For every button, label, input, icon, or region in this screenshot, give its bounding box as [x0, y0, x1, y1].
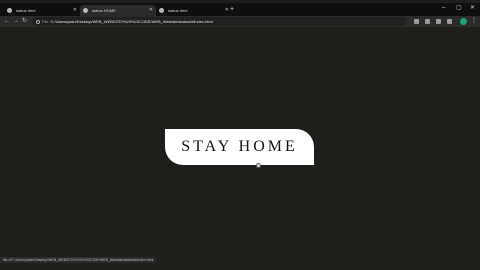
minimize-button[interactable]: –: [442, 5, 445, 11]
headline-card: STAY HOME: [165, 129, 314, 165]
globe-icon: [7, 8, 12, 13]
maximize-button[interactable]: ▢: [456, 5, 462, 11]
profile-avatar[interactable]: [460, 18, 467, 25]
cursor-icon: [256, 163, 261, 168]
new-tab-button[interactable]: +: [230, 6, 234, 13]
more-menu-icon[interactable]: ⋮: [471, 18, 477, 24]
tab-3[interactable]: status.html ✕: [156, 5, 232, 16]
status-bar: file:///C:/Users/yash/Desktop/WEB_WEBSIT…: [0, 257, 157, 263]
tab-strip: status.html ✕ status.HOME ✕ status.html …: [0, 3, 480, 16]
tab-2[interactable]: status.HOME ✕: [80, 5, 156, 16]
share-icon[interactable]: [414, 19, 419, 24]
browser-toolbar: ← → ↻ File C:/Users/yash/Desktop/WEB_WEB…: [0, 16, 480, 27]
globe-icon: [159, 8, 164, 13]
close-window-button[interactable]: ✕: [470, 5, 475, 11]
url-scheme: File: [42, 19, 49, 24]
extensions-icon[interactable]: [436, 19, 441, 24]
globe-icon: [83, 8, 88, 13]
close-tab-icon[interactable]: ✕: [73, 8, 77, 13]
address-bar[interactable]: File C:/Users/yash/Desktop/WEB_WEBSITE/%…: [32, 17, 407, 26]
tab-title: status.html: [16, 8, 36, 13]
reload-button[interactable]: ↻: [22, 18, 27, 24]
close-tab-icon[interactable]: ✕: [149, 8, 153, 13]
forward-button[interactable]: →: [13, 18, 19, 24]
side-panel-icon[interactable]: [447, 19, 452, 24]
browser-window: status.html ✕ status.HOME ✕ status.html …: [0, 0, 480, 270]
page-headline: STAY HOME: [181, 138, 298, 155]
info-icon[interactable]: [36, 19, 40, 24]
tab-1[interactable]: status.html ✕: [4, 5, 80, 16]
tab-title: status.html: [168, 8, 188, 13]
url-text[interactable]: C:/Users/yash/Desktop/WEB_WEBSITE/%20%20…: [50, 19, 212, 24]
tab-title: status.HOME: [92, 8, 116, 13]
close-tab-icon[interactable]: ✕: [225, 8, 229, 13]
back-button[interactable]: ←: [4, 18, 10, 24]
bookmark-icon[interactable]: [425, 19, 430, 24]
page-content: STAY HOME file:///C:/Users/yash/Desktop/…: [0, 27, 480, 270]
